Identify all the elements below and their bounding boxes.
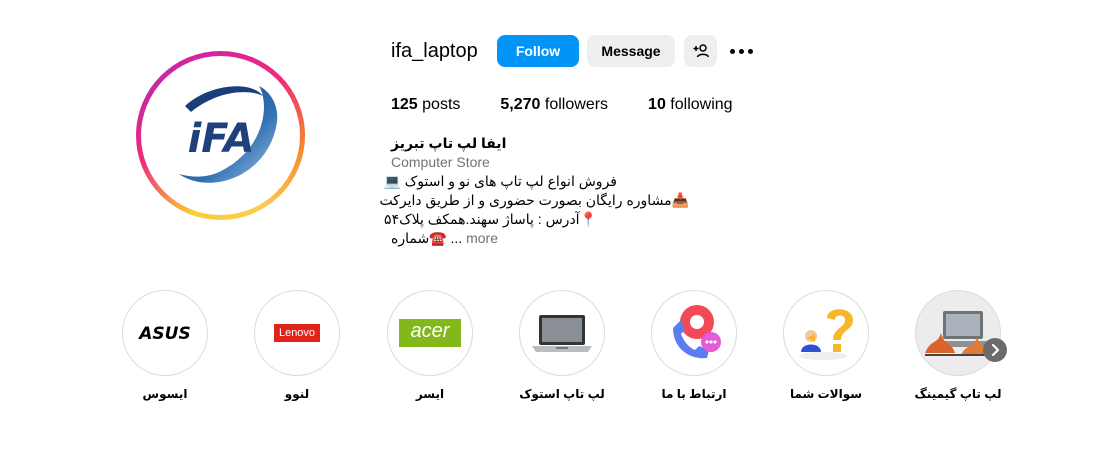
followers-count: 5,270 (500, 96, 541, 113)
following-stat[interactable]: 10 following (648, 96, 733, 114)
more-dots-icon (729, 48, 735, 54)
highlight-stock-laptop[interactable]: لپ تاپ استوک (518, 290, 606, 401)
highlight-questions[interactable]: سوالات شما (782, 290, 870, 401)
ifa-logo-text: iFA (187, 116, 254, 162)
more-options-button[interactable] (727, 38, 755, 64)
more-dot (747, 48, 753, 54)
bio-line-4: ☎️شماره ... more (391, 229, 701, 248)
posts-label: posts (422, 96, 461, 113)
suggested-users-button[interactable] (684, 35, 717, 67)
profile-stats: 125 posts 5,270 followers 10 following (391, 96, 773, 114)
highlight-label: لپ تاپ گیمینگ (914, 387, 1002, 401)
profile-avatar[interactable]: iFA (141, 56, 300, 215)
highlight-label: ایسوس (142, 387, 188, 401)
highlight-cover: ASUS (122, 290, 208, 376)
followers-stat[interactable]: 5,270 followers (500, 96, 608, 114)
ifa-logo-icon: iFA (178, 85, 277, 183)
posts-count: 125 (391, 96, 418, 113)
lenovo-logo-icon: Lenovo (273, 324, 321, 342)
followers-label: followers (544, 96, 609, 113)
profile-avatar-ring[interactable]: iFA (136, 51, 305, 220)
profile-bio: ایفا لپ تاپ تبریز Computer Store فروش ان… (379, 134, 701, 248)
highlight-label: ایسر (415, 387, 445, 401)
highlight-cover: acer (387, 290, 473, 376)
highlight-contact[interactable]: ارتباط با ما (650, 290, 738, 401)
laptop-icon (532, 315, 592, 352)
bio-category: Computer Store (391, 154, 490, 170)
bio-ellipsis: ... (450, 230, 463, 246)
bio-line-4-text: ☎️شماره (391, 230, 447, 246)
following-label: following (670, 96, 733, 113)
highlight-label: سوالات شما (789, 387, 863, 401)
bio-line-2: 📥مشاوره رایگان بصورت حضوری و از طریق دای… (379, 192, 689, 208)
bio-more-link[interactable]: more (466, 230, 498, 246)
acer-logo-icon: acer (399, 319, 461, 347)
more-dot (738, 48, 744, 54)
question-icon (799, 309, 853, 360)
bio-line-1: فروش انواع لپ تاپ های نو و استوک 💻 (383, 173, 617, 189)
highlights-next-button[interactable] (983, 338, 1007, 362)
posts-stat: 125 posts (391, 96, 460, 114)
follow-button[interactable]: Follow (497, 35, 579, 67)
asus-logo-icon: ASUS (137, 324, 190, 344)
highlight-acer[interactable]: acer ایسر (386, 290, 474, 401)
add-user-icon (693, 44, 709, 58)
svg-text:ASUS: ASUS (137, 324, 190, 344)
ifa-logo: iFA (145, 60, 296, 211)
highlight-cover: Lenovo (254, 290, 340, 376)
highlight-lenovo[interactable]: Lenovo لنوو (253, 290, 341, 401)
following-count: 10 (648, 96, 666, 113)
profile-username: ifa_laptop (391, 40, 478, 62)
highlight-cover (519, 290, 605, 376)
bio-full-name: ایفا لپ تاپ تبریز (391, 135, 507, 151)
chevron-right-icon (991, 344, 1000, 356)
highlight-label: لپ تاپ استوک (519, 387, 605, 401)
highlight-cover (915, 290, 1001, 376)
highlight-asus[interactable]: ASUS ایسوس (121, 290, 209, 401)
message-button[interactable]: Message (587, 35, 675, 67)
highlight-cover (783, 290, 869, 376)
highlight-label: لنوو (284, 387, 310, 401)
highlight-cover (651, 290, 737, 376)
bio-line-3: 📍آدرس : پاساژ سهند.همکف پلاک۵۴ (384, 211, 597, 227)
highlight-label: ارتباط با ما (661, 387, 727, 401)
phone-chat-icon (673, 305, 721, 359)
